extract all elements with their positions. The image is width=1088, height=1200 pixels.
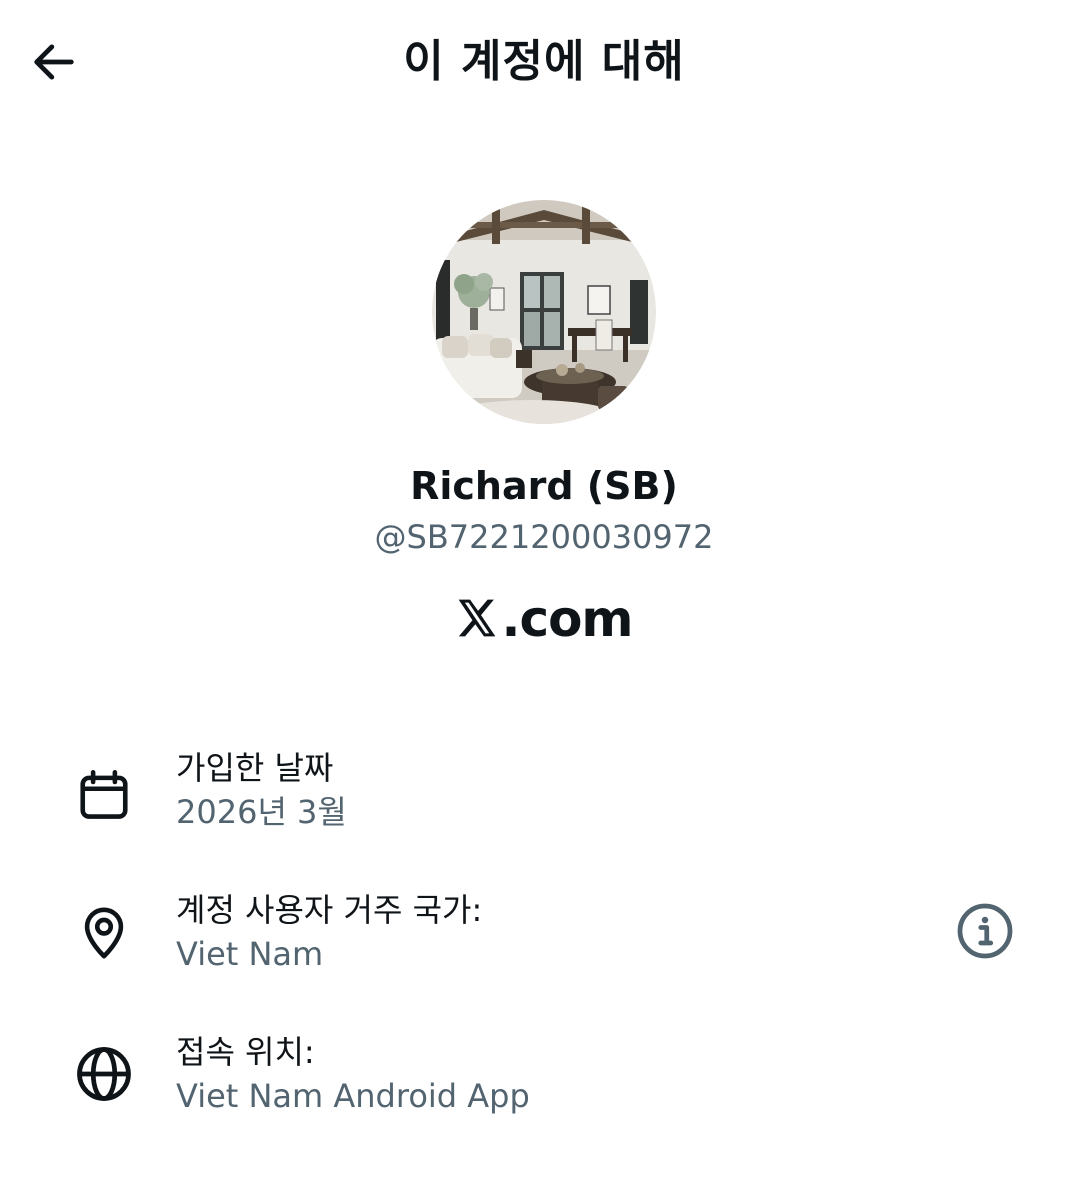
avatar[interactable] [432,200,656,424]
globe-icon [72,1042,136,1106]
brand-suffix: .com [501,590,633,648]
username-handle: @SB7221200030972 [374,518,714,556]
connected-via-row: 접속 위치: Viet Nam Android App [0,1028,1088,1138]
joined-date-value: 2026년 3월 [176,793,347,831]
joined-date-row: 가입한 날짜 2026년 3월 [0,744,1088,854]
connected-via-value: Viet Nam Android App [176,1077,530,1115]
display-name: Richard (SB) [410,464,678,508]
info-icon [957,903,1013,959]
account-country-value: Viet Nam [176,935,324,973]
country-info-button[interactable] [952,898,1018,964]
account-country-label: 계정 사용자 거주 국가: [176,891,483,929]
page-title: 이 계정에 대해 [403,36,685,87]
x-logo-icon [459,599,496,637]
location-pin-icon [72,900,136,964]
x-brand: .com [0,586,1088,652]
calendar-icon [72,764,136,828]
joined-date-label: 가입한 날짜 [176,749,334,787]
top-bar: 이 계정에 대해 [0,0,1088,124]
connected-via-label: 접속 위치: [176,1033,315,1071]
account-country-row: 계정 사용자 거주 국가: Viet Nam [0,886,1088,996]
